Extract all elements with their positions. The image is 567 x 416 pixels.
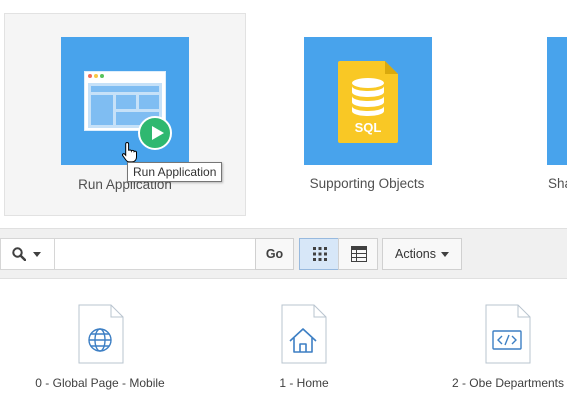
run-application-tile[interactable]: Run Application — [4, 13, 246, 216]
hand-pointer-cursor-icon — [122, 141, 137, 163]
page-item-label: 0 - Global Page - Mobile — [35, 376, 165, 390]
pages-icon-list: 0 - Global Page - Mobile 1 - Home 2 - Ob… — [0, 280, 567, 416]
actions-label: Actions — [395, 247, 436, 261]
view-icons-button[interactable] — [299, 238, 339, 270]
search-column-menu-button[interactable] — [0, 238, 55, 270]
search-input[interactable] — [54, 238, 256, 270]
supporting-objects-icon[interactable]: SQL — [304, 37, 432, 165]
page-document-icon — [78, 304, 124, 364]
report-toolbar: Go Actions — [0, 228, 567, 279]
supporting-objects-tile[interactable]: SQL Supporting Objects — [246, 13, 488, 216]
page-item-home[interactable]: 1 - Home — [219, 304, 389, 404]
supporting-objects-label: Supporting Objects — [309, 176, 425, 191]
page-document-icon — [281, 304, 327, 364]
table-view-icon — [351, 246, 367, 262]
application-actions-tiles: Run Application SQL Supporting Objects S… — [0, 0, 567, 228]
actions-menu-button[interactable]: Actions — [382, 238, 462, 270]
page-item-global-page-mobile[interactable]: 0 - Global Page - Mobile — [15, 304, 185, 404]
chevron-down-icon — [33, 252, 41, 257]
page-item-obe-departments[interactable]: 2 - Obe Departments — [423, 304, 567, 404]
database-icon — [352, 78, 384, 116]
shared-components-label: Sha — [548, 176, 567, 191]
page-item-label: 2 - Obe Departments — [451, 376, 565, 390]
shared-components-icon[interactable] — [547, 37, 567, 165]
shared-components-tile[interactable]: Sha — [546, 13, 567, 216]
run-application-tooltip: Run Application — [127, 162, 223, 182]
go-button[interactable]: Go — [255, 238, 294, 270]
grid-view-icon — [313, 247, 327, 261]
page-item-label: 1 - Home — [279, 376, 329, 390]
sql-badge: SQL — [354, 120, 382, 135]
play-icon — [138, 116, 172, 150]
chevron-down-icon — [441, 252, 449, 257]
view-report-button[interactable] — [338, 238, 378, 270]
page-document-icon — [485, 304, 531, 364]
search-icon — [12, 247, 26, 261]
